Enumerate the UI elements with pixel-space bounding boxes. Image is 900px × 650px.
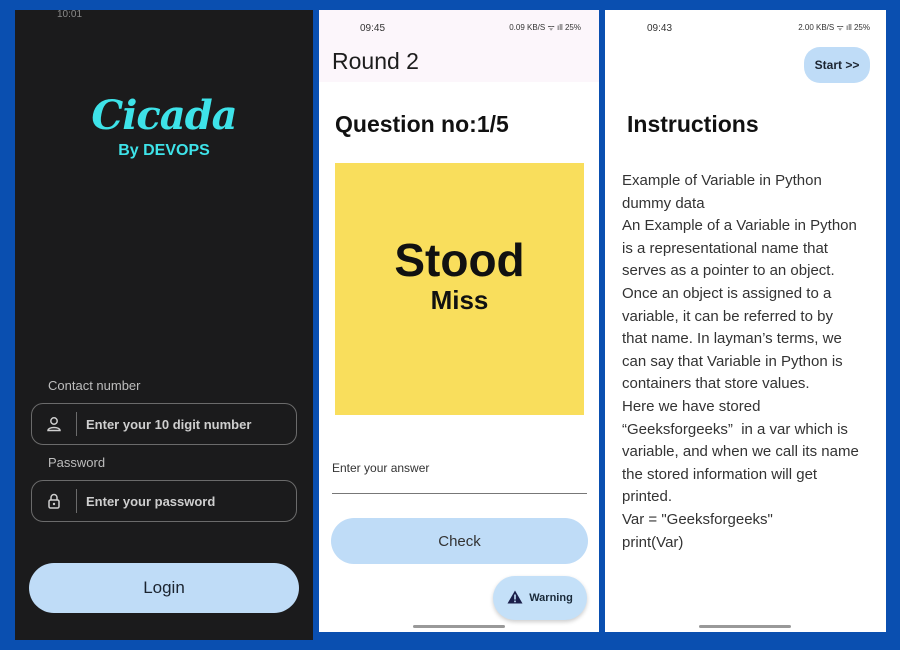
answer-input[interactable]: Enter your answer xyxy=(332,461,429,475)
instruction-line: printed. xyxy=(622,488,673,506)
instruction-line: Once an object is assigned to a xyxy=(622,284,832,302)
check-button[interactable]: Check xyxy=(331,518,588,564)
status-icons: 2.00 KB/S ᯤ ıll 25% xyxy=(798,23,870,32)
warning-button[interactable]: Warning xyxy=(493,576,587,620)
lock-icon xyxy=(32,481,76,521)
warning-icon xyxy=(507,590,523,607)
puzzle-word-1: Stood xyxy=(394,234,525,286)
login-screen: 10:01 Cicada By DEVOPS Contact number En… xyxy=(15,10,313,640)
page-title: Instructions xyxy=(627,111,759,137)
instructions-screen: 09:43 2.00 KB/S ᯤ ıll 25% Start >> Instr… xyxy=(605,10,886,632)
app-logo-text: Cicada xyxy=(91,92,237,139)
status-time: 09:43 xyxy=(647,23,673,34)
instruction-line: can say that Variable in Python is xyxy=(622,352,843,370)
page-title: Round 2 xyxy=(332,48,419,74)
instruction-line: serves as a pointer to an object. xyxy=(622,262,835,280)
puzzle-word-2: Miss xyxy=(430,285,489,315)
password-label: Password xyxy=(48,455,106,470)
app-byline: By DEVOPS xyxy=(118,142,210,159)
home-indicator[interactable] xyxy=(699,625,791,628)
contact-placeholder: Enter your 10 digit number xyxy=(86,416,252,432)
instruction-line: that name. In layman’s terms, we xyxy=(622,330,842,348)
instruction-line: print(Var) xyxy=(622,533,684,551)
puzzle-image: Stood Miss xyxy=(335,163,584,415)
password-placeholder: Enter your password xyxy=(86,493,216,509)
instruction-line: variable, and when we call its name xyxy=(622,443,859,461)
warning-label: Warning xyxy=(529,592,573,604)
status-time: 10:01 xyxy=(57,10,83,20)
status-icons: 0.09 KB/S ᯤ ıll 25% xyxy=(509,23,581,32)
instruction-line: dummy data xyxy=(622,194,705,212)
person-icon xyxy=(32,404,76,444)
instructions-body: Example of Variable in Python dummy data… xyxy=(622,170,878,554)
instruction-line: variable, it can be referred to by xyxy=(622,307,833,325)
contact-number-field[interactable]: Enter your 10 digit number xyxy=(31,403,297,445)
answer-underline xyxy=(332,493,587,494)
contact-label: Contact number xyxy=(48,378,141,393)
instruction-line: containers that store values. xyxy=(622,375,810,393)
password-field[interactable]: Enter your password xyxy=(31,480,297,522)
status-time: 09:45 xyxy=(360,23,386,34)
instruction-line: is a representational name that xyxy=(622,239,828,257)
instruction-line: Example of Variable in Python xyxy=(622,172,822,189)
instruction-line: Var = "Geeksforgeeks" xyxy=(622,510,773,528)
home-indicator[interactable] xyxy=(413,625,505,628)
question-number: Question no:1/5 xyxy=(335,111,509,137)
login-button[interactable]: Login xyxy=(29,563,299,613)
status-bar: 10:01 xyxy=(15,10,313,24)
round-screen: 09:45 0.09 KB/S ᯤ ıll 25% Round 2 Questi… xyxy=(319,10,599,632)
start-button[interactable]: Start >> xyxy=(804,47,870,83)
instruction-line: An Example of a Variable in Python xyxy=(622,217,857,235)
instruction-line: Here we have stored xyxy=(622,397,761,415)
instruction-line: the stored information will get xyxy=(622,465,818,483)
instruction-line: “Geeksforgeeks” in a var which is xyxy=(622,420,848,438)
